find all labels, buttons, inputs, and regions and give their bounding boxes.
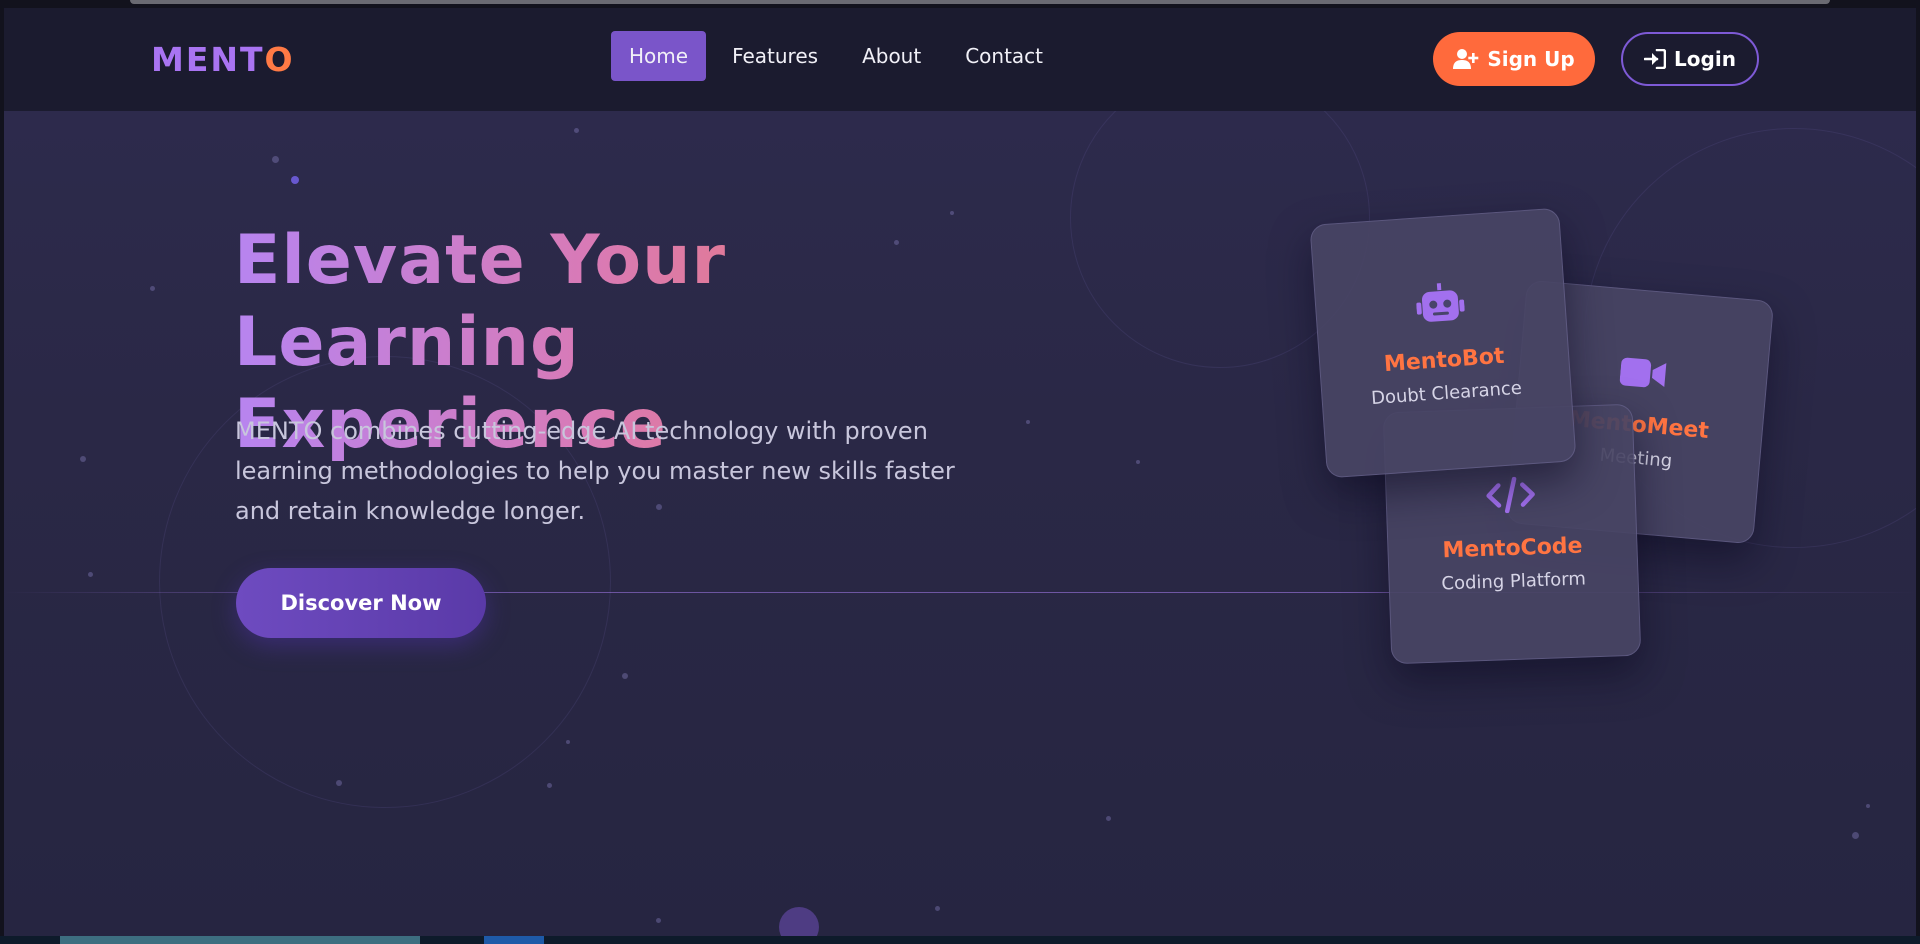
decorative-dot [272,156,279,163]
logo-accent-letter: O [264,40,295,79]
decorative-dot [547,783,552,788]
taskbar-item[interactable] [484,936,544,944]
decorative-dot [574,128,579,133]
video-camera-icon [1618,354,1668,401]
decorative-dot [779,907,819,936]
card-subtitle: Doubt Clearance [1370,377,1523,409]
nav-contact-link[interactable]: Contact [947,31,1061,81]
decorative-dot [336,780,342,786]
nav-about-link[interactable]: About [844,31,939,81]
page-window: MENTO Home Features About Contact Sign U… [4,8,1916,936]
card-subtitle: Coding Platform [1441,567,1587,594]
login-arrow-icon [1644,49,1667,69]
top-scrollbar-strip [130,0,1830,4]
decorative-dot [950,211,954,215]
nav-home-link[interactable]: Home [611,31,707,81]
card-title: MentoCode [1442,533,1583,563]
logo[interactable]: MENTO [151,40,295,79]
decorative-dot [1866,804,1870,808]
decorative-dot [1136,460,1140,464]
decorative-dot [1106,816,1111,821]
decorative-dot [88,572,93,577]
taskbar-item[interactable] [60,936,420,944]
decorative-dot [566,740,570,744]
decorative-dot [935,906,940,911]
decorative-dot [622,673,628,679]
sign-up-button[interactable]: Sign Up [1433,32,1595,86]
hero-title-line-1: Elevate Your [234,221,727,300]
decorative-dot [291,176,299,184]
nav-features-link[interactable]: Features [714,31,836,81]
decorative-dot [656,918,661,923]
robot-icon [1415,281,1466,335]
login-button[interactable]: Login [1621,32,1759,86]
discover-now-button[interactable]: Discover Now [236,568,486,638]
code-icon [1485,476,1537,523]
hero-description: MENTO combines cutting-edge AI technolog… [235,417,955,525]
login-label: Login [1674,47,1736,71]
decorative-dot [80,456,86,462]
feature-card-mentobot[interactable]: MentoBot Doubt Clearance [1309,207,1577,479]
decorative-dot [1852,832,1859,839]
logo-text: MENT [151,40,265,79]
sign-up-label: Sign Up [1487,47,1575,71]
card-title: MentoBot [1383,343,1506,377]
nav-links: Home Features About Contact [611,31,1069,81]
decorative-dot [150,286,155,291]
top-navbar: MENTO Home Features About Contact Sign U… [4,8,1916,111]
user-plus-icon [1453,49,1479,69]
